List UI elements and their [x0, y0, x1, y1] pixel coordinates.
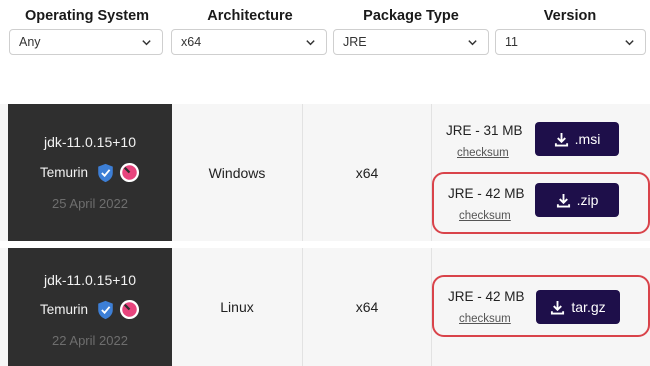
release-row-windows: jdk-11.0.15+10 Temurin 25 April 2022 Win…	[0, 104, 650, 241]
version-select[interactable]: 11	[495, 29, 646, 55]
filter-label-architecture: Architecture	[207, 8, 293, 24]
shield-check-icon	[98, 163, 113, 182]
checksum-link[interactable]: checksum	[459, 313, 511, 325]
download-msi-button[interactable]: .msi	[535, 122, 619, 156]
download-icon	[556, 193, 570, 208]
release-info-cell: jdk-11.0.15+10 Temurin 22 April 2022	[8, 248, 172, 366]
package-type-select-value: JRE	[343, 35, 367, 49]
filter-bar: Operating System Architecture Package Ty…	[0, 0, 650, 60]
release-info-cell: jdk-11.0.15+10 Temurin 25 April 2022	[8, 104, 172, 241]
package-type-select[interactable]: JRE	[333, 29, 489, 55]
os-select[interactable]: Any	[9, 29, 163, 55]
chevron-down-icon	[468, 40, 477, 46]
release-date: 22 April 2022	[52, 333, 128, 348]
vendor-line: Temurin	[8, 299, 172, 320]
checksum-link[interactable]: checksum	[457, 147, 509, 159]
os-cell: Windows	[208, 164, 266, 181]
download-button-label: .zip	[576, 192, 599, 208]
os-select-value: Any	[19, 35, 41, 49]
download-button-label: .msi	[574, 131, 601, 147]
package-zip: JRE - 42 MB checksum .zip	[432, 172, 650, 234]
package-size: JRE - 42 MB	[448, 289, 525, 304]
package-size: JRE - 42 MB	[448, 186, 525, 201]
vendor-name: Temurin	[39, 302, 88, 317]
checksum-link[interactable]: checksum	[459, 210, 511, 222]
package-msi: JRE - 31 MB checksum .msi	[432, 111, 650, 173]
download-icon	[554, 132, 568, 147]
architecture-cell: x64	[302, 248, 432, 366]
architecture-cell: x64	[302, 104, 432, 241]
vendor-name: Temurin	[39, 165, 88, 180]
chevron-down-icon	[142, 40, 151, 46]
architecture-select[interactable]: x64	[171, 29, 327, 55]
download-button-label: tar.gz	[571, 299, 606, 315]
release-name: jdk-11.0.15+10	[44, 272, 136, 288]
release-date: 25 April 2022	[52, 196, 128, 211]
os-cell: Linux	[220, 299, 254, 315]
temurin-logo-icon	[119, 299, 140, 320]
vendor-line: Temurin	[8, 162, 172, 183]
filter-label-os: Operating System	[24, 8, 150, 24]
package-size: JRE - 31 MB	[446, 123, 523, 138]
download-tar-gz-button[interactable]: tar.gz	[536, 290, 620, 324]
download-zip-button[interactable]: .zip	[535, 183, 619, 217]
release-name: jdk-11.0.15+10	[44, 134, 136, 150]
chevron-down-icon	[306, 40, 315, 46]
version-select-value: 11	[505, 35, 518, 49]
filter-label-package-type: Package Type	[363, 8, 459, 24]
filter-label-version: Version	[543, 8, 597, 24]
temurin-logo-icon	[119, 162, 140, 183]
shield-check-icon	[98, 300, 113, 319]
download-icon	[551, 300, 565, 315]
architecture-select-value: x64	[181, 35, 202, 49]
release-row-linux: jdk-11.0.15+10 Temurin 22 April 2022 Lin…	[0, 248, 650, 366]
chevron-down-icon	[625, 40, 634, 46]
package-tar-gz: JRE - 42 MB checksum tar.gz	[432, 275, 650, 337]
